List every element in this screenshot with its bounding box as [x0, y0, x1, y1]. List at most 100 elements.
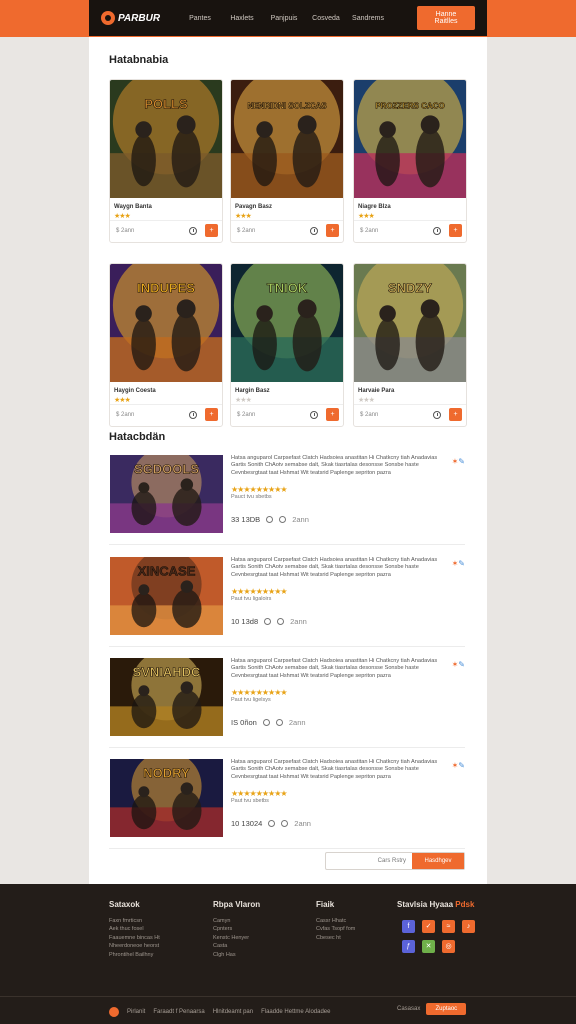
- game-card[interactable]: NENRIDNI SOLZCAS Pavagn Basz ★★★ $ 2ann …: [230, 79, 344, 243]
- nav-link[interactable]: Sandrems: [347, 15, 389, 22]
- list-item[interactable]: XINCASE Hatsa anguparol Carpsefast Clatc…: [109, 557, 465, 647]
- social-icon[interactable]: ƒ: [402, 940, 415, 953]
- edit-icon[interactable]: ✎: [458, 761, 465, 770]
- game-cover[interactable]: SNDZY: [354, 264, 466, 382]
- cart-button[interactable]: +: [326, 224, 339, 237]
- game-title: Hargin Basz: [235, 388, 270, 394]
- footer-bottom-link[interactable]: Pirlanit: [127, 1009, 145, 1015]
- list-thumbnail[interactable]: NODRY: [110, 759, 223, 837]
- svg-text:SGDOOLS: SGDOOLS: [134, 462, 199, 477]
- game-card[interactable]: TNIOK Hargin Basz ★★★ $ 2ann +: [230, 263, 344, 427]
- edit-icon[interactable]: ✎: [458, 660, 465, 669]
- nav-link[interactable]: Panjpuis: [263, 15, 305, 22]
- game-cover[interactable]: PROZZERS CACO: [354, 80, 466, 198]
- footer-link[interactable]: Aek thuc fosel: [109, 925, 160, 933]
- svg-text:NODRY: NODRY: [143, 766, 190, 781]
- cart-button[interactable]: +: [205, 224, 218, 237]
- game-card[interactable]: INDUPES Haygin Coesta ★★★ $ 2ann +: [109, 263, 223, 427]
- footer-social: Stavlsia Hyaaa Pdsk: [397, 900, 474, 917]
- footer-link[interactable]: Casta: [213, 942, 260, 950]
- footer-link[interactable]: Cvfas Tsopf fom: [316, 925, 355, 933]
- social-icon[interactable]: ≈: [442, 920, 455, 933]
- game-card[interactable]: POLLS Waygn Banta ★★★ $ 2ann +: [109, 79, 223, 243]
- game-title: Harvaie Para: [358, 388, 395, 394]
- rating-stars: ★★★★★★★★★: [231, 485, 288, 494]
- edit-icon[interactable]: ✎: [458, 559, 465, 568]
- footer-link[interactable]: Clgh Has: [213, 951, 260, 959]
- cart-button[interactable]: +: [205, 408, 218, 421]
- list-thumbnail[interactable]: SGDOOLS: [110, 455, 223, 533]
- row-actions: ✶✎: [452, 660, 465, 669]
- list-item[interactable]: SGDOOLS Hatsa anguparol Carpsefast Clatc…: [109, 455, 465, 545]
- list-description: Hatsa anguparol Carpsefast Clatch Hadsoi…: [231, 658, 438, 679]
- game-cover[interactable]: POLLS: [110, 80, 222, 198]
- footer-link[interactable]: Faxn fmrticsn: [109, 917, 160, 925]
- list-subtext: Paut tvu ligaloirs: [231, 596, 272, 602]
- price-label: $ 2ann: [116, 412, 135, 418]
- nav-link[interactable]: Cosveda: [305, 15, 347, 22]
- cart-button[interactable]: +: [449, 408, 462, 421]
- footer-button[interactable]: Zuptaoc: [426, 1003, 467, 1015]
- rating-stars: ★★★: [114, 397, 131, 404]
- svg-text:SVNIAHDC: SVNIAHDC: [133, 665, 202, 680]
- footer-link[interactable]: Nheerdoneoe heorst: [109, 942, 160, 950]
- footer-bottom-link[interactable]: Flaadde Hettme Alodadee: [261, 1009, 330, 1015]
- cart-button[interactable]: +: [449, 224, 462, 237]
- footer-link[interactable]: Kenstc Henyer: [213, 934, 260, 942]
- footer-link[interactable]: Faauemne bincas Ht: [109, 934, 160, 942]
- footer-link[interactable]: Phrontihel Bailhny: [109, 951, 160, 959]
- list-description: Hatsa anguparol Carpsefast Clatch Hadsoi…: [231, 759, 438, 780]
- social-icon[interactable]: ✕: [422, 940, 435, 953]
- circle-icon: [268, 820, 276, 827]
- svg-text:PROZZERS CACO: PROZZERS CACO: [375, 101, 444, 110]
- logo-text: PARBUR: [118, 12, 161, 24]
- featured-title: Hatabnabia: [109, 54, 169, 66]
- edit-icon[interactable]: ✎: [458, 457, 465, 466]
- footer-heading: Stavlsia Hyaaa Pdsk: [397, 900, 474, 909]
- footer-link[interactable]: Cbesec ht: [316, 934, 355, 942]
- circle-icon: [279, 516, 287, 523]
- list-time: 2ann: [290, 617, 307, 626]
- social-tag: Pdsk: [455, 900, 475, 909]
- svg-text:INDUPES: INDUPES: [137, 280, 195, 295]
- nav-link[interactable]: Pantes: [179, 15, 221, 22]
- clock-icon: [189, 227, 197, 235]
- footer-link[interactable]: Camyn: [213, 917, 260, 925]
- game-card[interactable]: SNDZY Harvaie Para ★★★ $ 2ann +: [353, 263, 467, 427]
- footer-bottom-link[interactable]: Hlnitdeamt pan: [213, 1009, 253, 1015]
- list-subtext: Paut tvu sbetbs: [231, 798, 269, 804]
- list-time: 2ann: [292, 515, 309, 524]
- divider: [231, 404, 343, 405]
- nav-link[interactable]: Haxlets: [221, 15, 263, 22]
- social-heading: Stavlsia Hyaaa: [397, 900, 454, 909]
- list-thumbnail[interactable]: XINCASE: [110, 557, 223, 635]
- game-cover[interactable]: NENRIDNI SOLZCAS: [231, 80, 343, 198]
- footer-bottom-link[interactable]: Faraadt f Penaarsa: [153, 1009, 204, 1015]
- circle-icon: [264, 618, 272, 625]
- logo[interactable]: PARBUR: [101, 11, 171, 25]
- game-card[interactable]: PROZZERS CACO Niagre Blza ★★★ $ 2ann +: [353, 79, 467, 243]
- cart-button[interactable]: +: [326, 408, 339, 421]
- list-thumbnail[interactable]: SVNIAHDC: [110, 658, 223, 736]
- social-icon[interactable]: ◎: [442, 940, 455, 953]
- game-art-image: TNIOK: [231, 264, 343, 382]
- social-icon[interactable]: f: [402, 920, 415, 933]
- footer-heading: Rbpa Vlaron: [213, 900, 261, 909]
- list-meta: 10 13024 2ann: [231, 819, 311, 828]
- list-item[interactable]: SVNIAHDC Hatsa anguparol Carpsefast Clat…: [109, 658, 465, 748]
- rating-stars: ★★★: [235, 213, 252, 220]
- navbar: PARBUR Pantes Haxlets Panjpuis Cosveda S…: [89, 0, 487, 36]
- list-meta: 10 13d8 2ann: [231, 617, 307, 626]
- price-label: $ 2ann: [360, 228, 379, 234]
- load-more-button[interactable]: Hasdhgev: [412, 853, 464, 869]
- social-icon[interactable]: ✓: [422, 920, 435, 933]
- load-more-input[interactable]: Cars Rstry: [326, 853, 412, 869]
- footer-link[interactable]: Cpnters: [213, 925, 260, 933]
- social-icons: f ✓ ≈ ♪ ƒ ✕ ◎: [402, 920, 475, 953]
- nav-cta-button[interactable]: Hanne Raitlles: [417, 6, 475, 30]
- game-cover[interactable]: TNIOK: [231, 264, 343, 382]
- footer-link[interactable]: Cassr Hhatc: [316, 917, 355, 925]
- list-item[interactable]: NODRY Hatsa anguparol Carpsefast Clatch …: [109, 759, 465, 849]
- game-cover[interactable]: INDUPES: [110, 264, 222, 382]
- social-icon[interactable]: ♪: [462, 920, 475, 933]
